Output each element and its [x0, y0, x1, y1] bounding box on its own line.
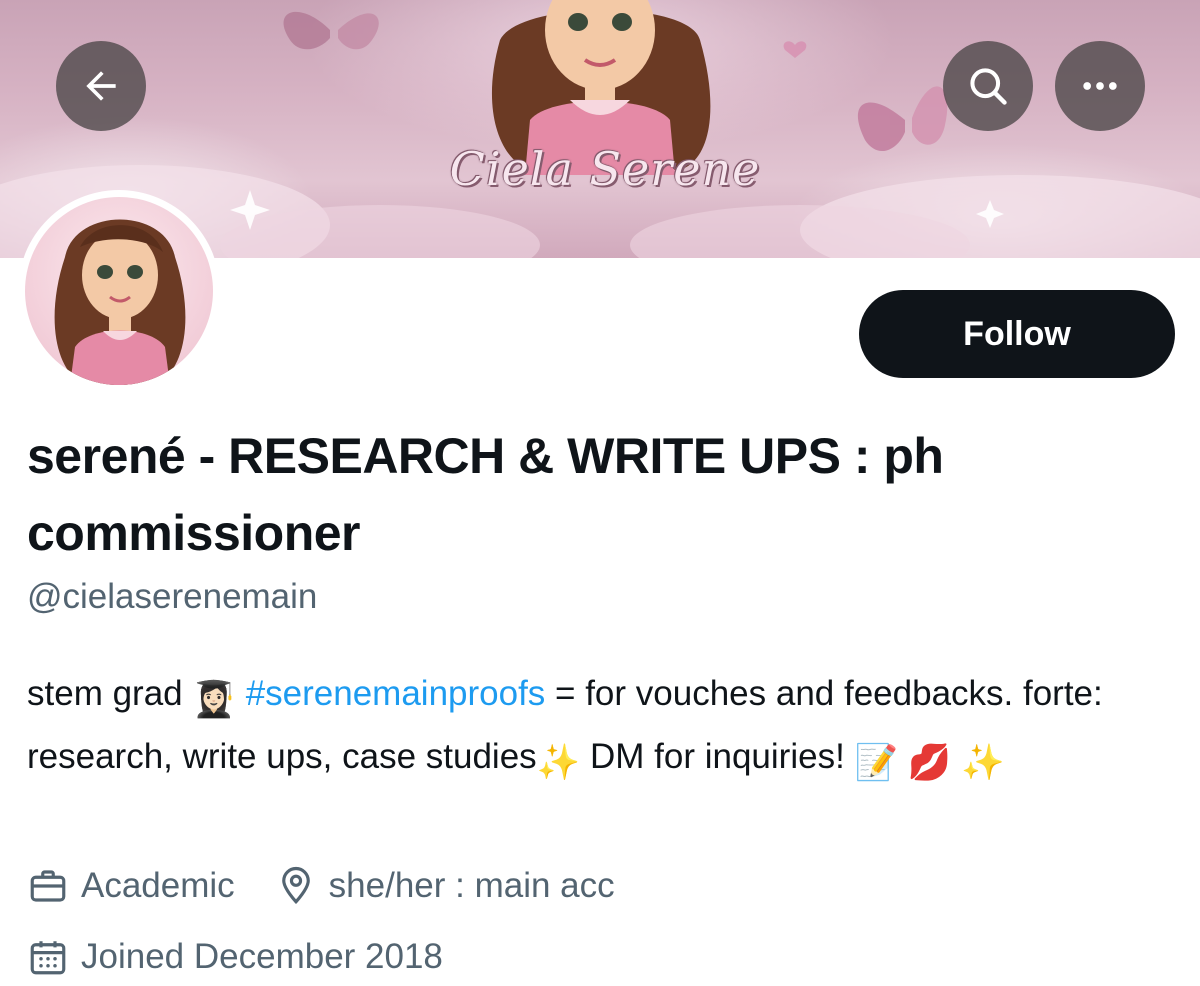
- location-pin-icon: [281, 866, 310, 905]
- follow-button[interactable]: Follow: [859, 290, 1175, 378]
- back-button[interactable]: [56, 41, 146, 131]
- category-label: Academic: [81, 866, 235, 905]
- profile-location: she/her : main acc: [275, 862, 615, 910]
- sparkles-emoji-icon: ✨: [961, 743, 1005, 782]
- memo-emoji-icon: 📝: [854, 743, 899, 782]
- briefcase-icon: [30, 870, 66, 902]
- graduate-emoji-icon: 👩🏻‍🎓: [192, 680, 236, 719]
- calendar-icon: [30, 941, 66, 975]
- profile-meta-row: Academic she/her : main acc: [27, 862, 655, 910]
- bio-hashtag-link[interactable]: #serenemainproofs: [246, 674, 546, 713]
- profile-bio: stem grad 👩🏻‍🎓 #serenemainproofs = for v…: [27, 665, 1187, 791]
- profile-display-name: serené - RESEARCH & WRITE UPS : ph commi…: [27, 428, 944, 561]
- butterfly-icon: [857, 86, 948, 152]
- more-options-button[interactable]: [1055, 41, 1145, 131]
- search-button[interactable]: [943, 41, 1033, 131]
- avatar-image: [25, 197, 213, 385]
- profile-joined: Joined December 2018: [27, 933, 443, 981]
- bio-text: DM for inquiries!: [590, 737, 845, 776]
- sparkles-emoji-icon: ✨: [536, 743, 581, 782]
- kiss-mark-emoji-icon: 💋: [907, 743, 952, 782]
- bio-text: stem grad: [27, 674, 183, 713]
- more-horizontal-icon: [1083, 82, 1117, 90]
- profile-joined-row: Joined December 2018: [27, 933, 483, 981]
- search-icon: [970, 68, 1007, 105]
- profile-avatar[interactable]: [18, 190, 220, 392]
- butterfly-icon: [283, 11, 379, 50]
- banner-title: Ciela Serene: [449, 142, 761, 196]
- location-label: she/her : main acc: [328, 866, 615, 905]
- joined-date-label: Joined December 2018: [81, 937, 443, 976]
- arrow-left-icon: [86, 71, 116, 101]
- profile-category: Academic: [27, 862, 235, 910]
- profile-handle: @cielaserenemain: [27, 577, 318, 616]
